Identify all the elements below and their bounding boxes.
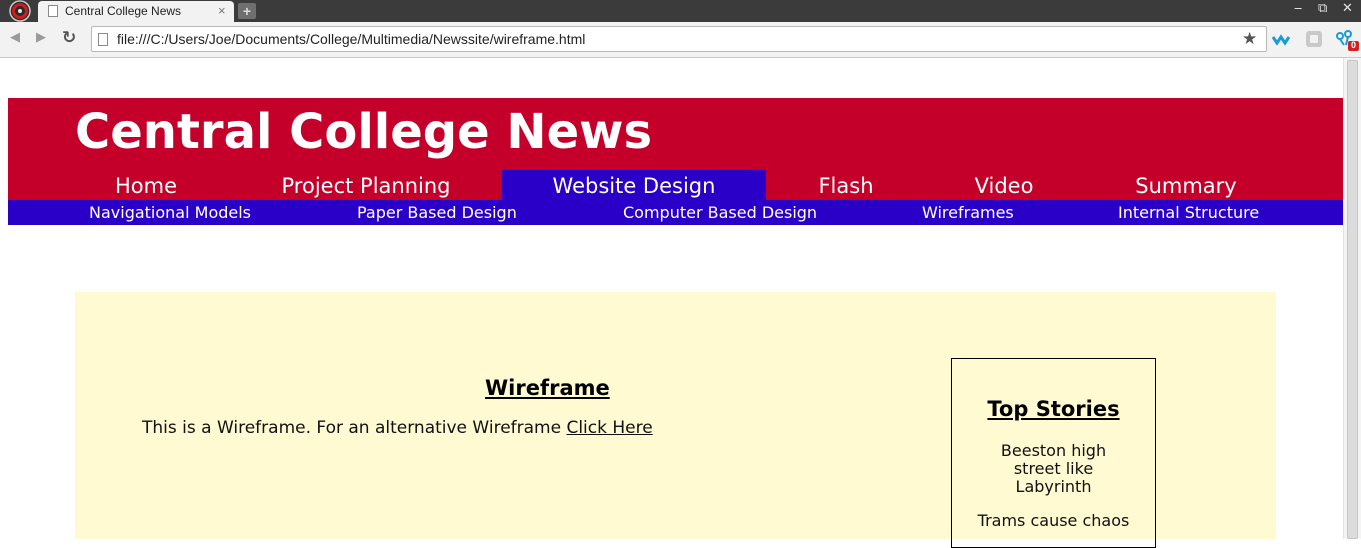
extension-wave-icon[interactable] [1271,30,1292,48]
web-page: Central College News Home Project Planni… [0,58,1343,548]
main-nav: Home Project Planning Website Design Fla… [8,170,1343,200]
story-item[interactable]: Trams cause chaos [952,512,1155,530]
nav-item-website-design[interactable]: Website Design [502,170,766,200]
extension-network-icon[interactable]: 0 [1334,30,1359,51]
reload-icon[interactable]: ↻ [62,28,76,48]
story-line: Beeston high [1000,441,1107,460]
top-stories-box: Top Stories Beeston high street like Lab… [951,358,1156,548]
extension-badge-count: 0 [1351,40,1357,50]
content-area: Wireframe This is a Wireframe. For an al… [75,292,1276,548]
new-tab-button[interactable]: + [238,3,256,19]
url-text[interactable]: file:///C:/Users/Joe/Documents/College/M… [117,31,585,47]
close-tab-icon[interactable]: × [218,3,226,18]
subnav-item-internal-structure[interactable]: Internal Structure [1118,200,1259,225]
nav-item-project-planning[interactable]: Project Planning [266,170,466,200]
subnav-item-navigational-models[interactable]: Navigational Models [89,200,251,225]
subnav-item-paper-based-design[interactable]: Paper Based Design [357,200,517,225]
story-line: Labyrinth [1015,477,1092,496]
story-line: street like [1013,459,1094,478]
sub-nav: Navigational Models Paper Based Design C… [8,200,1343,225]
tab-title: Central College News [65,4,182,18]
browser-titlebar: Central College News × + ‒ ⧉ ✕ [0,0,1361,22]
browser-toolbar: ◀ ▶ ↻ file:///C:/Users/Joe/Documents/Col… [0,22,1361,58]
restore-icon[interactable]: ⧉ [1318,1,1327,16]
site-header: Central College News Home Project Planni… [8,98,1343,200]
subnav-item-wireframes[interactable]: Wireframes [922,200,1014,225]
nav-item-home[interactable]: Home [76,170,216,200]
extension-puzzle-icon[interactable] [1304,30,1324,48]
vertical-scrollbar[interactable] [1343,58,1361,539]
story-item[interactable]: Beeston high street like Labyrinth [952,442,1155,496]
alternative-wireframe-link[interactable]: Click Here [566,418,652,438]
scrollbar-thumb[interactable] [1347,60,1358,539]
subnav-item-computer-based-design[interactable]: Computer Based Design [623,200,817,225]
story-line: Trams cause chaos [977,511,1130,530]
site-title: Central College News [75,104,653,160]
browser-logo-icon[interactable] [6,0,34,22]
bookmark-star-icon[interactable]: ★ [1242,29,1257,49]
forward-icon[interactable]: ▶ [36,30,46,45]
close-window-icon[interactable]: ✕ [1342,1,1353,16]
content-heading: Wireframe [485,376,610,400]
minimize-icon[interactable]: ‒ [1294,1,1302,16]
top-stories-title: Top Stories [987,397,1120,421]
intro-text: This is a Wireframe. For an alternative … [142,418,567,438]
nav-item-summary[interactable]: Summary [1106,170,1266,200]
page-icon [98,33,108,46]
intro-paragraph: This is a Wireframe. For an alternative … [142,418,653,438]
page-icon [48,5,58,17]
browser-tab[interactable]: Central College News × [38,1,234,22]
address-bar[interactable]: file:///C:/Users/Joe/Documents/College/M… [91,26,1267,52]
back-icon[interactable]: ◀ [10,30,20,45]
nav-item-flash[interactable]: Flash [786,170,906,200]
nav-item-video[interactable]: Video [944,170,1064,200]
